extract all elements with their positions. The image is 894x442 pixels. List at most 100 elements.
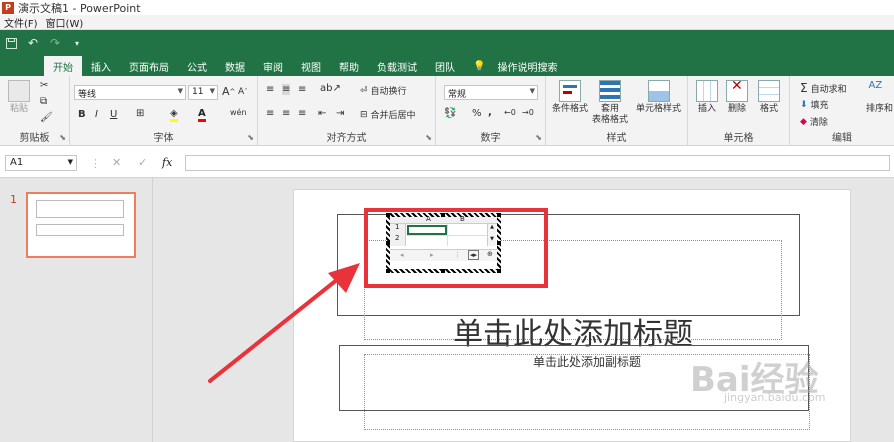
insert-cells-button[interactable]: 插入	[696, 80, 718, 115]
fill-label: 填充	[810, 101, 829, 111]
phonetic-guide-button[interactable]: wén	[230, 108, 247, 117]
group-label-alignment: 对齐方式	[326, 133, 367, 144]
name-box[interactable]: A1 ▼	[5, 155, 77, 171]
group-label-number: 数字	[480, 133, 501, 144]
number-format-select[interactable]: 常规 ▼	[444, 85, 538, 100]
more-icon: ⋮	[90, 157, 101, 170]
orientation-icon[interactable]: ab↗	[320, 83, 341, 94]
menu-window[interactable]: 窗口(W)	[42, 15, 88, 30]
cell-styles-button[interactable]: 单元格样式	[636, 80, 681, 115]
insert-cells-label: 插入	[697, 104, 716, 114]
percent-style-button[interactable]: %	[472, 108, 482, 119]
format-cells-button[interactable]: 格式	[758, 80, 780, 115]
sort-filter-label: 排序和	[866, 104, 894, 114]
format-painter-icon[interactable]: 🖌	[40, 112, 53, 123]
font-name-select[interactable]: 等线 ▼	[74, 85, 186, 100]
group-number: 常规 ▼ 💱 % , ←0 →0 数字 ⬊	[436, 76, 546, 146]
sort-filter-icon: AZ	[868, 80, 883, 91]
borders-icon[interactable]: ⊞	[136, 108, 144, 119]
font-name-value: 等线	[78, 90, 97, 100]
align-middle-icon[interactable]: ≡	[282, 84, 291, 95]
chevron-down-icon: ▼	[67, 158, 73, 166]
customize-qat-icon[interactable]: ▾	[66, 33, 88, 53]
align-bottom-icon[interactable]: ≡	[298, 84, 306, 95]
merge-center-icon: ⊟	[360, 109, 368, 120]
group-editing: Σ 自动求和 ⬇ 填充 ◆ 清除 AZ 排序和 编辑	[790, 76, 894, 146]
dialog-launcher-icon[interactable]: ⬊	[425, 133, 432, 142]
increase-decimal-icon[interactable]: ←0	[504, 108, 516, 117]
align-left-icon[interactable]: ≡	[266, 108, 274, 119]
tab-page-layout[interactable]: 页面布局	[120, 56, 178, 76]
merge-center-label: 合并后居中	[370, 111, 416, 121]
underline-button[interactable]: U	[110, 109, 117, 120]
cut-icon[interactable]: ✂	[40, 80, 48, 91]
autosum-button[interactable]: Σ 自动求和	[800, 81, 847, 95]
comma-style-button[interactable]: ,	[488, 107, 492, 118]
group-label-cells: 单元格	[723, 133, 754, 144]
accounting-format-icon[interactable]: 💱	[444, 108, 456, 119]
watermark-url: jingyan.baidu.com	[724, 391, 826, 404]
enter-icon[interactable]: ✓	[138, 156, 147, 169]
font-color-icon[interactable]: A	[198, 108, 206, 122]
merge-center-button[interactable]: ⊟ 合并后居中	[360, 108, 416, 122]
delete-cells-button[interactable]: ✕ 删除	[726, 79, 748, 115]
undo-icon[interactable]: ↶	[22, 33, 44, 53]
decrease-decimal-icon[interactable]: →0	[522, 108, 534, 117]
align-top-icon[interactable]: ≡	[266, 84, 274, 95]
tab-help[interactable]: 帮助	[330, 56, 368, 76]
conditional-formatting-label: 条件格式	[552, 104, 589, 114]
dialog-launcher-icon[interactable]: ⬊	[535, 133, 542, 142]
tab-home[interactable]: 开始	[44, 56, 82, 76]
name-box-value: A1	[10, 157, 24, 168]
group-label-editing: 编辑	[832, 133, 852, 144]
insert-function-button[interactable]: fx	[162, 156, 172, 169]
save-icon[interactable]	[0, 33, 22, 53]
redo-icon[interactable]: ↷	[44, 33, 66, 53]
clear-button[interactable]: ◆ 清除	[800, 115, 828, 129]
italic-button[interactable]: I	[95, 109, 98, 120]
fill-button[interactable]: ⬇ 填充	[800, 98, 829, 112]
slide-thumbnail[interactable]	[26, 192, 136, 258]
grow-font-label: A	[222, 85, 230, 98]
delete-cells-label: 删除	[727, 104, 746, 114]
fill-color-icon[interactable]: ◈	[170, 108, 178, 122]
chevron-down-icon: ▼	[209, 87, 215, 95]
copy-icon[interactable]: ⧉	[40, 96, 47, 107]
format-cells-icon	[758, 80, 780, 102]
group-label-styles: 样式	[606, 133, 627, 144]
insert-cells-icon	[696, 80, 718, 102]
grow-font-button[interactable]: A ^	[222, 85, 235, 98]
decrease-indent-icon[interactable]: ⇤	[318, 108, 326, 119]
align-right-icon[interactable]: ≡	[298, 108, 306, 119]
formula-input[interactable]	[185, 155, 890, 171]
font-size-select[interactable]: 11 ▼	[188, 85, 218, 100]
tab-insert[interactable]: 插入	[82, 56, 120, 76]
tab-review[interactable]: 审阅	[254, 56, 292, 76]
bold-button[interactable]: B	[78, 109, 86, 120]
autosum-icon: Σ	[800, 81, 808, 95]
menu-file[interactable]: 文件(F)	[0, 15, 42, 30]
lightbulb-icon: 💡	[473, 60, 486, 72]
tab-load-test[interactable]: 负载测试	[368, 56, 426, 76]
tab-view[interactable]: 视图	[292, 56, 330, 76]
tab-formulas[interactable]: 公式	[178, 56, 216, 76]
wrap-text-button[interactable]: ⏎ 自动换行	[360, 84, 407, 98]
eraser-icon: ◆	[800, 116, 807, 127]
shrink-font-button[interactable]: Aˇ	[238, 87, 248, 97]
conditional-formatting-button[interactable]: 条件格式	[552, 80, 588, 115]
tab-team[interactable]: 团队	[426, 56, 464, 76]
paste-button[interactable]: 粘贴	[8, 80, 30, 115]
format-as-table-button[interactable]: 套用 表格格式	[592, 80, 628, 126]
wrap-text-icon: ⏎	[360, 85, 368, 96]
increase-indent-icon[interactable]: ⇥	[336, 108, 344, 119]
tell-me-search[interactable]: 💡 操作说明搜索	[464, 56, 566, 76]
cancel-icon[interactable]: ✕	[112, 156, 121, 169]
dialog-launcher-icon[interactable]: ⬊	[247, 133, 254, 142]
sort-filter-button[interactable]: AZ 排序和	[866, 80, 893, 115]
group-styles: 条件格式 套用 表格格式 单元格样式 样式	[546, 76, 688, 146]
dialog-launcher-icon[interactable]: ⬊	[59, 133, 66, 142]
tab-data[interactable]: 数据	[216, 56, 254, 76]
align-center-icon[interactable]: ≡	[282, 108, 290, 119]
group-alignment: ≡ ≡ ≡ ab↗ ⏎ 自动换行 ≡ ≡ ≡ ⇤ ⇥ ⊟ 合并后居中 对齐方式 ⬊	[258, 76, 436, 146]
wrap-text-label: 自动换行	[370, 87, 407, 97]
